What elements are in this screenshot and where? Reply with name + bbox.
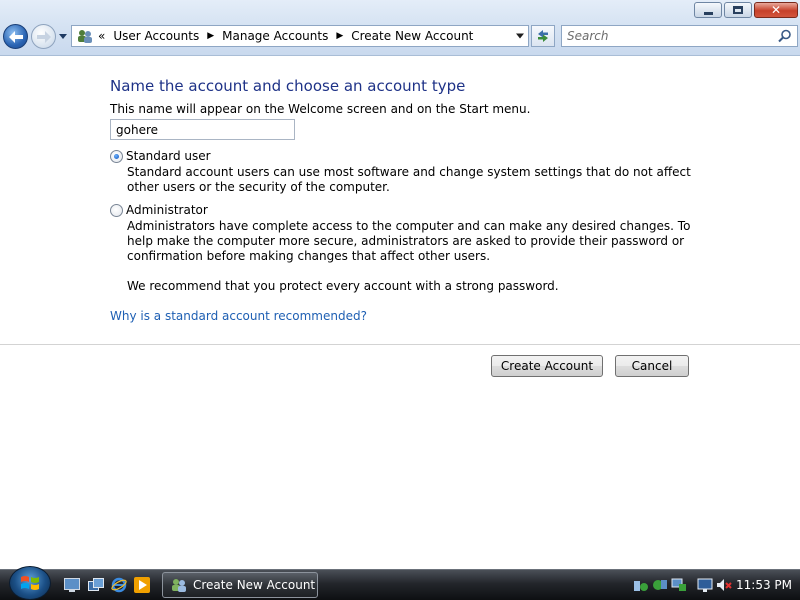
back-button[interactable]	[3, 24, 28, 49]
taskbar-window-label: Create New Account	[193, 578, 316, 592]
maximize-button[interactable]	[724, 2, 752, 18]
tray-volume-icon[interactable]	[716, 577, 732, 593]
minimize-icon	[703, 11, 713, 15]
media-player-icon	[134, 577, 150, 593]
minimize-button[interactable]	[694, 2, 722, 18]
address-bar[interactable]: « User Accounts ▶ Manage Accounts ▶ Crea…	[71, 25, 529, 47]
search-icon[interactable]	[778, 29, 792, 43]
forward-button[interactable]	[31, 24, 56, 49]
user-accounts-icon	[76, 27, 94, 45]
windows-logo-icon	[21, 576, 39, 590]
tray-network-icon[interactable]	[652, 577, 668, 593]
refresh-button[interactable]	[531, 25, 555, 47]
taskbar-window-button[interactable]: Create New Account	[162, 572, 318, 598]
maximize-icon	[733, 6, 743, 14]
shield-icon	[634, 581, 648, 591]
show-desktop-icon	[64, 578, 80, 592]
computer-icon	[671, 578, 686, 591]
administrator-description: Administrators have complete access to t…	[127, 219, 691, 263]
administrator-radio[interactable]	[110, 204, 123, 217]
administrator-label[interactable]: Administrator	[126, 203, 208, 217]
start-button[interactable]	[9, 566, 51, 600]
create-account-button[interactable]: Create Account	[491, 355, 603, 377]
refresh-icon	[538, 30, 548, 42]
display-icon	[697, 578, 713, 592]
cancel-button[interactable]: Cancel	[615, 355, 689, 377]
forward-arrow-icon	[36, 30, 51, 43]
address-dropdown-icon[interactable]	[516, 32, 524, 40]
switch-windows-button[interactable]	[88, 577, 104, 593]
window-controls: ✕	[694, 2, 798, 18]
tray-security-icon[interactable]	[633, 577, 649, 593]
search-input[interactable]	[567, 29, 767, 43]
internet-explorer-icon	[111, 577, 127, 593]
breadcrumb-manage-accounts[interactable]: Manage Accounts	[222, 29, 328, 43]
breadcrumb-create-new-account[interactable]: Create New Account	[351, 29, 473, 43]
network-icon	[653, 580, 667, 590]
breadcrumb-user-accounts[interactable]: User Accounts	[113, 29, 199, 43]
chevron-down-icon	[58, 34, 67, 39]
page-title: Name the account and choose an account t…	[110, 77, 466, 95]
media-player-button[interactable]	[134, 577, 150, 593]
back-arrow-icon	[8, 30, 23, 43]
tray-display-icon[interactable]	[697, 577, 713, 593]
standard-user-radio[interactable]	[110, 150, 123, 163]
user-accounts-icon	[172, 579, 186, 592]
password-recommendation: We recommend that you protect every acco…	[127, 279, 559, 293]
standard-user-label[interactable]: Standard user	[126, 149, 211, 163]
standard-user-description: Standard account users can use most soft…	[127, 165, 691, 194]
close-icon: ✕	[770, 3, 782, 17]
clock[interactable]: 11:53 PM	[736, 578, 792, 592]
internet-explorer-button[interactable]	[111, 577, 127, 593]
tray-computer-icon[interactable]	[671, 577, 687, 593]
divider	[0, 344, 800, 345]
address-overflow-chevron[interactable]: «	[98, 29, 105, 43]
breadcrumb-separator-icon[interactable]: ▶	[207, 31, 214, 41]
show-desktop-button[interactable]	[64, 577, 80, 593]
recent-pages-dropdown[interactable]	[58, 32, 67, 41]
switch-windows-icon	[88, 578, 104, 591]
name-instructions: This name will appear on the Welcome scr…	[110, 102, 531, 116]
close-button[interactable]: ✕	[754, 2, 798, 18]
account-name-field[interactable]	[110, 119, 295, 140]
volume-muted-icon	[717, 579, 732, 591]
breadcrumb-separator-icon[interactable]: ▶	[336, 31, 343, 41]
standard-account-help-link[interactable]: Why is a standard account recommended?	[110, 309, 367, 323]
search-box[interactable]	[561, 25, 798, 47]
